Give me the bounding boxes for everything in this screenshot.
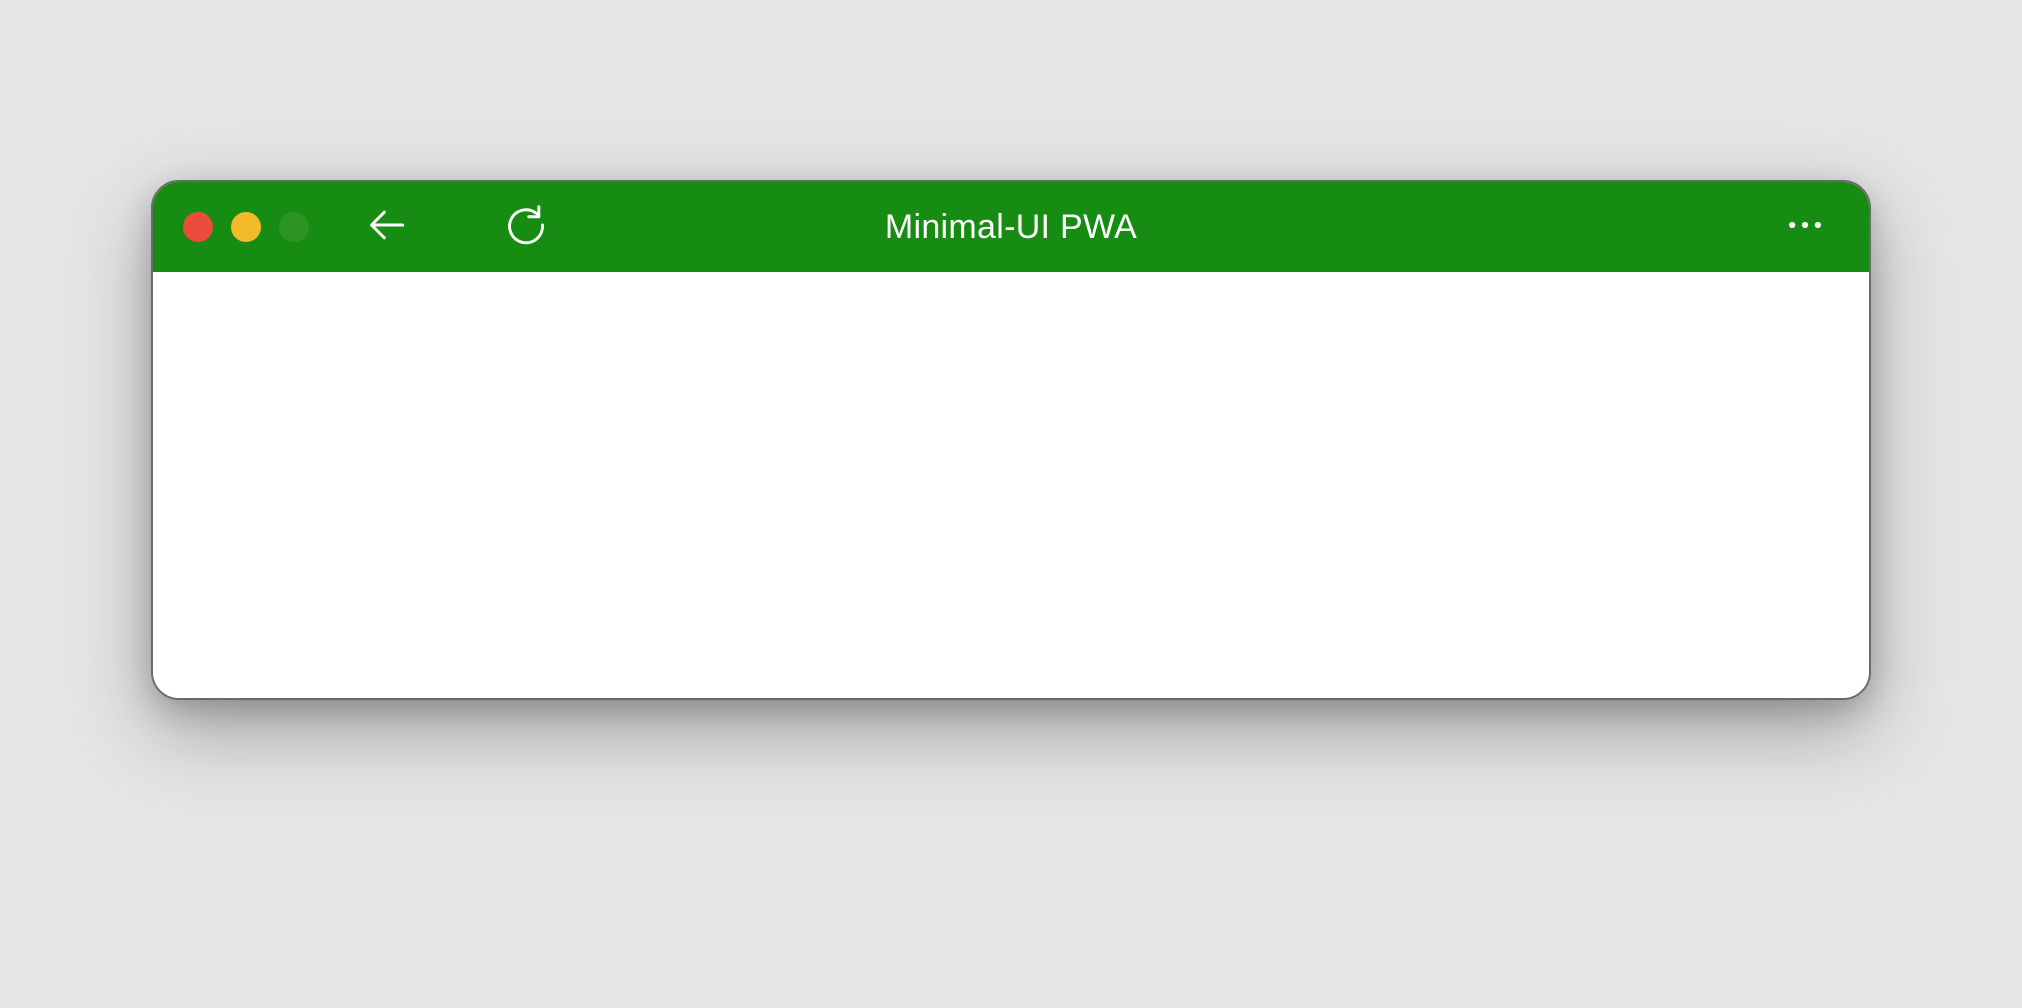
back-button[interactable]: [364, 203, 412, 251]
reload-button[interactable]: [502, 203, 550, 251]
window-title: Minimal-UI PWA: [885, 208, 1137, 247]
right-controls: [1781, 203, 1829, 251]
titlebar: Minimal-UI PWA: [153, 182, 1869, 272]
nav-controls: [364, 203, 550, 251]
refresh-icon: [504, 203, 548, 252]
close-button[interactable]: [183, 212, 213, 242]
maximize-button[interactable]: [279, 212, 309, 242]
more-button[interactable]: [1781, 203, 1829, 251]
arrow-left-icon: [366, 203, 410, 252]
traffic-lights: [183, 212, 309, 242]
app-window: Minimal-UI PWA: [151, 180, 1871, 700]
ellipsis-icon: [1783, 203, 1827, 252]
content-area: [153, 272, 1869, 698]
minimize-button[interactable]: [231, 212, 261, 242]
